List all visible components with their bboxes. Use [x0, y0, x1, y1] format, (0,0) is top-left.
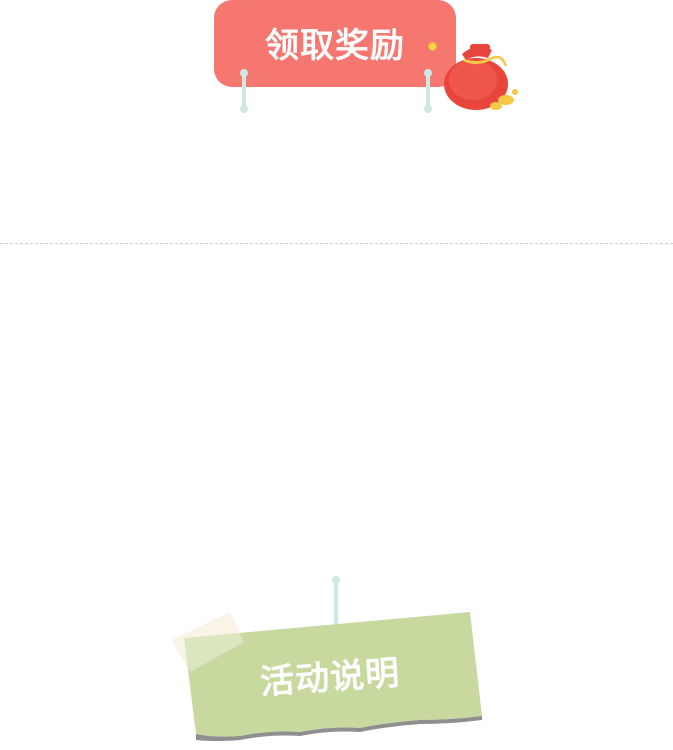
coin-icon	[428, 42, 437, 51]
lucky-bag-icon	[440, 38, 522, 118]
activity-description-label: 活动说明	[259, 653, 402, 703]
claim-reward-label: 领取奖励	[265, 26, 405, 66]
section-divider	[0, 243, 673, 244]
activity-description-tab[interactable]: 活动说明	[150, 570, 510, 750]
hanging-string-right	[424, 69, 432, 113]
claim-reward-button[interactable]: 领取奖励	[214, 0, 456, 87]
hanging-string-left	[240, 69, 248, 113]
